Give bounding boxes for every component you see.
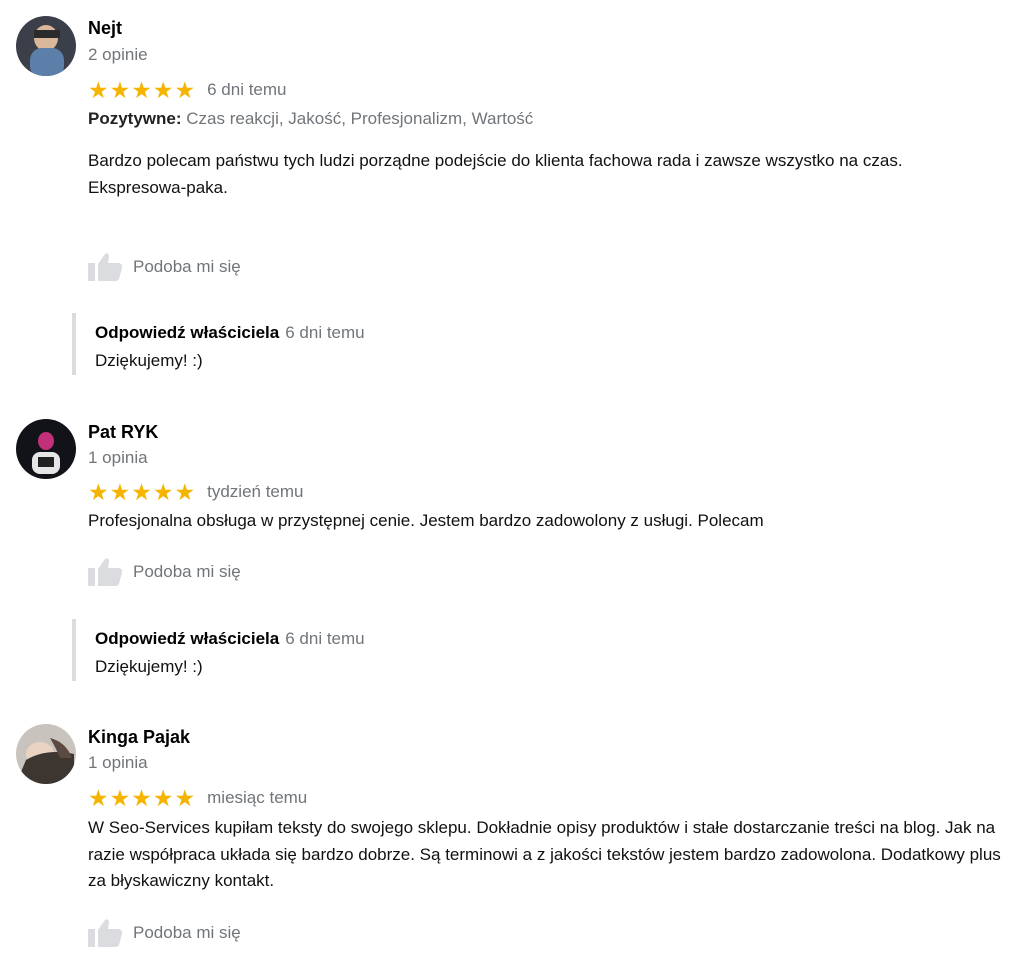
- star-icon: ★: [174, 479, 196, 505]
- thumbs-up-icon: [88, 558, 123, 586]
- owner-reply-date: 6 dni temu: [285, 629, 365, 648]
- thumbs-up-icon: [88, 919, 123, 947]
- star-icon: ★: [131, 785, 152, 811]
- avatar[interactable]: [16, 16, 76, 76]
- like-label: Podoba mi się: [133, 562, 241, 581]
- owner-reply-text: Dziękujemy! :): [95, 657, 203, 676]
- review-text: W Seo-Services kupiłam teksty do swojego…: [88, 815, 1018, 895]
- owner-reply-title: Odpowiedź właściciela: [95, 323, 280, 342]
- rating-row: ★ ★ ★ ★ ★ 6 dni temu: [88, 78, 287, 102]
- rating-row: ★ ★ ★ ★ ★ miesiąc temu: [88, 786, 307, 810]
- star-rating: ★ ★ ★ ★ ★: [88, 78, 195, 102]
- like-button[interactable]: Podoba mi się: [88, 557, 241, 587]
- star-icon: ★: [109, 785, 131, 811]
- star-icon: ★: [174, 785, 196, 811]
- review-count[interactable]: 1 opinia: [88, 752, 148, 774]
- review-date: tydzień temu: [207, 482, 304, 501]
- rating-row: ★ ★ ★ ★ ★ tydzień temu: [88, 480, 304, 504]
- review-text-line: Ekspresowa-paka.: [88, 177, 228, 197]
- avatar[interactable]: [16, 419, 76, 479]
- attributes-values: Czas reakcji, Jakość, Profesjonalizm, Wa…: [186, 109, 534, 128]
- like-label: Podoba mi się: [133, 923, 241, 942]
- owner-reply: Odpowiedź właściciela 6 dni temu Dziękuje…: [72, 313, 995, 375]
- owner-reply-text: Dziękujemy! :): [95, 351, 203, 370]
- owner-reply: Odpowiedź właściciela 6 dni temu Dziękuje…: [72, 619, 995, 681]
- reviewer-name[interactable]: Nejt: [88, 17, 122, 39]
- owner-reply-date: 6 dni temu: [285, 323, 365, 342]
- reviewer-name[interactable]: Kinga Pajak: [88, 726, 190, 748]
- star-icon: ★: [88, 77, 109, 103]
- review-text-line: Bardzo polecam państwu tych ludzi porząd…: [88, 151, 903, 170]
- star-icon: ★: [88, 785, 109, 811]
- star-rating: ★ ★ ★ ★ ★: [88, 480, 195, 504]
- review-attributes: Pozytywne: Czas reakcji, Jakość, Profesj…: [88, 108, 533, 130]
- owner-reply-title: Odpowiedź właściciela: [95, 629, 280, 648]
- star-icon: ★: [174, 77, 196, 103]
- review-count[interactable]: 2 opinie: [88, 44, 148, 66]
- star-icon: ★: [109, 77, 131, 103]
- star-rating: ★ ★ ★ ★ ★: [88, 786, 195, 810]
- review-text: Bardzo polecam państwu tych ludzi porząd…: [88, 148, 1018, 201]
- star-icon: ★: [88, 479, 109, 505]
- star-icon: ★: [131, 479, 152, 505]
- attributes-label: Pozytywne:: [88, 109, 182, 128]
- star-icon: ★: [109, 479, 131, 505]
- review-date: 6 dni temu: [207, 80, 287, 99]
- like-button[interactable]: Podoba mi się: [88, 252, 241, 282]
- star-icon: ★: [152, 77, 174, 103]
- reviewer-name[interactable]: Pat RYK: [88, 421, 158, 443]
- review-text-line: W Seo-Services kupiłam teksty do swojego…: [88, 818, 1001, 890]
- review-count[interactable]: 1 opinia: [88, 447, 148, 469]
- review-text-line: Profesjonalna obsługa w przystępnej ceni…: [88, 511, 764, 530]
- star-icon: ★: [152, 479, 174, 505]
- avatar[interactable]: [16, 724, 76, 784]
- star-icon: ★: [131, 77, 152, 103]
- review-date: miesiąc temu: [207, 788, 308, 807]
- like-button[interactable]: Podoba mi się: [88, 918, 241, 948]
- thumbs-up-icon: [88, 253, 123, 281]
- star-icon: ★: [152, 785, 174, 811]
- like-label: Podoba mi się: [133, 257, 241, 276]
- review-text: Profesjonalna obsługa w przystępnej ceni…: [88, 508, 1018, 535]
